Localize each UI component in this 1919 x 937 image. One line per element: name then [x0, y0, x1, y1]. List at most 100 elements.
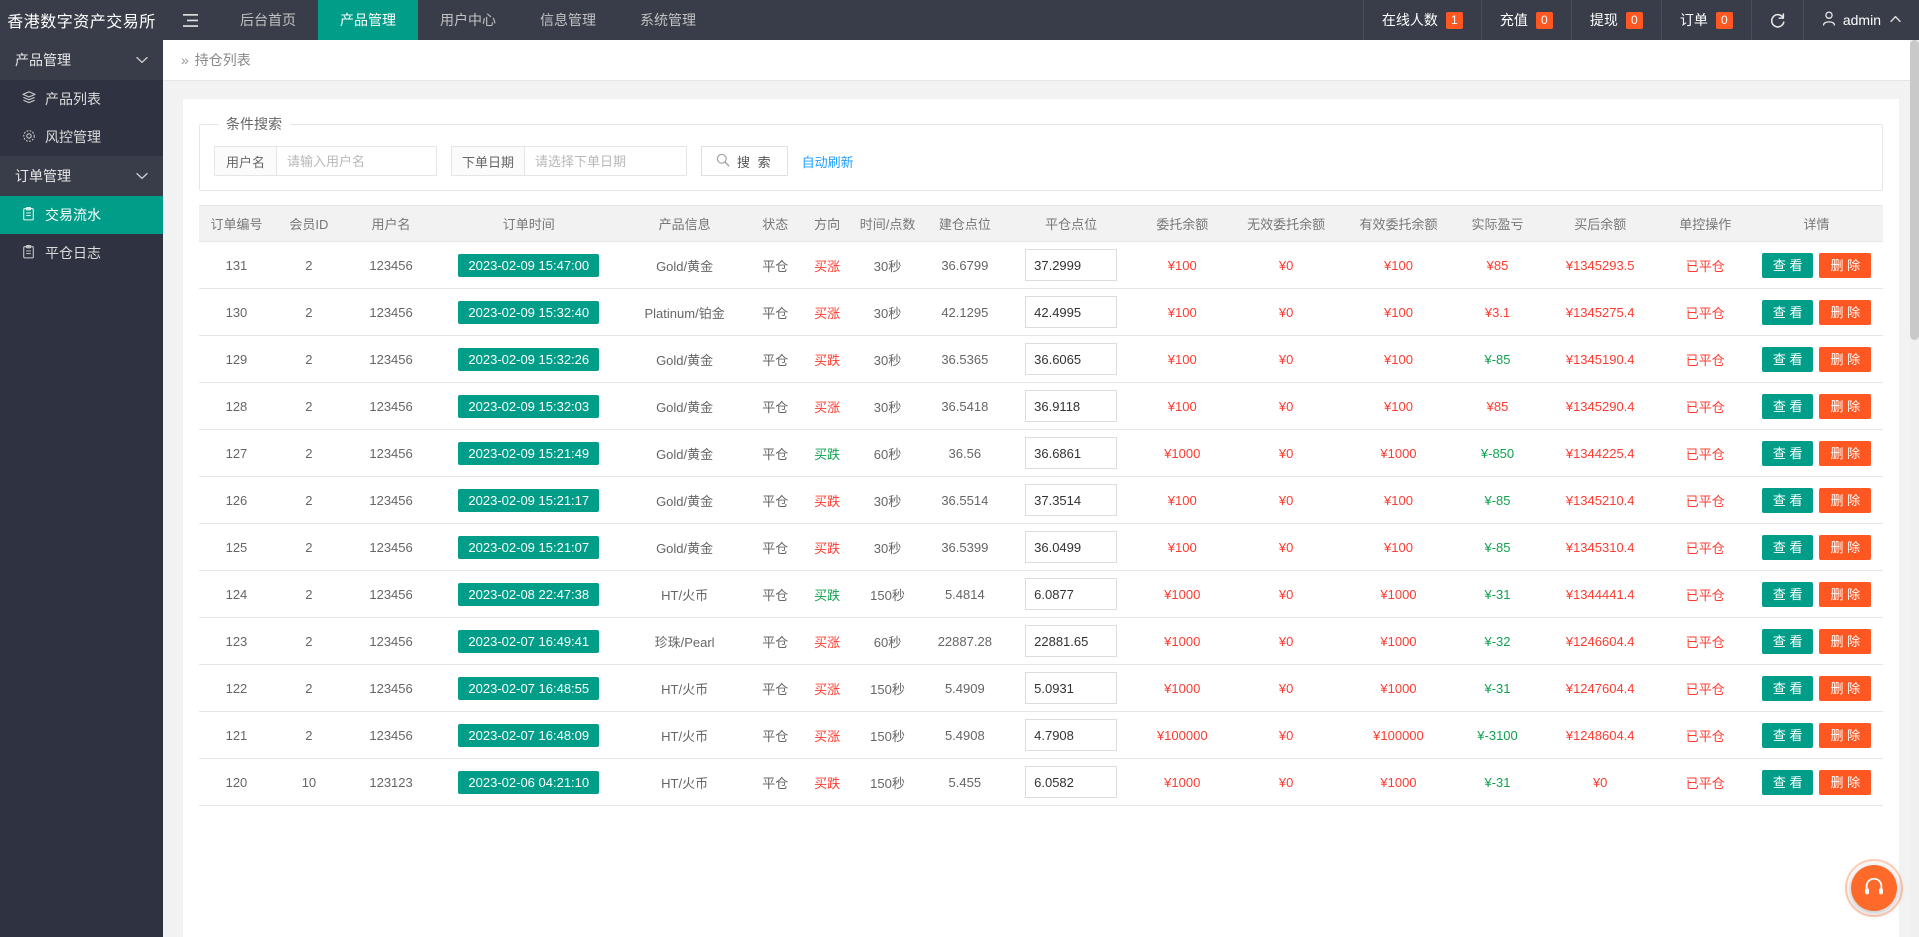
- cell-close-price[interactable]: [1008, 335, 1134, 383]
- nav-item-home[interactable]: 后台首页: [218, 0, 318, 40]
- cell-invalid-entrust-balance: ¥0: [1230, 711, 1342, 759]
- sidebar-group-order-management[interactable]: 订单管理: [0, 156, 163, 196]
- close-price-input[interactable]: [1025, 672, 1118, 704]
- stat-online-users[interactable]: 在线人数 1: [1362, 0, 1481, 40]
- sidebar-item-transaction-flow[interactable]: 交易流水: [0, 196, 163, 234]
- delete-button[interactable]: 删 除: [1819, 769, 1872, 795]
- delete-button[interactable]: 删 除: [1819, 675, 1872, 701]
- delete-button[interactable]: 删 除: [1819, 722, 1872, 748]
- view-button[interactable]: 查 看: [1761, 299, 1814, 325]
- page-scrollbar-thumb[interactable]: [1910, 40, 1919, 340]
- sidebar-item-product-list[interactable]: 产品列表: [0, 80, 163, 118]
- search-panel-legend: 条件搜索: [226, 116, 282, 132]
- close-price-input[interactable]: [1025, 578, 1118, 610]
- cell-details[interactable]: 查 看删 除: [1749, 241, 1883, 289]
- valid-entrust-value: ¥1000: [1380, 680, 1417, 696]
- cell-details[interactable]: 查 看删 除: [1749, 288, 1883, 336]
- sidebar-item-close-position-log[interactable]: 平仓日志: [0, 234, 163, 272]
- close-price-input[interactable]: [1025, 437, 1118, 469]
- nav-item-system-management[interactable]: 系统管理: [618, 0, 718, 40]
- column-duration: 时间/点数: [853, 205, 922, 242]
- invalid-entrust-value: ¥0: [1278, 304, 1294, 320]
- cell-close-price[interactable]: [1008, 241, 1134, 289]
- delete-button[interactable]: 删 除: [1819, 393, 1872, 419]
- close-price-input[interactable]: [1025, 484, 1118, 516]
- cell-close-price[interactable]: [1008, 758, 1134, 806]
- cell-details[interactable]: 查 看删 除: [1749, 523, 1883, 571]
- cell-details[interactable]: 查 看删 除: [1749, 617, 1883, 665]
- nav-item-user-center[interactable]: 用户中心: [418, 0, 518, 40]
- stat-orders[interactable]: 订单 0: [1660, 0, 1751, 40]
- user-menu[interactable]: admin: [1802, 0, 1919, 40]
- menu-toggle-icon[interactable]: [163, 0, 218, 40]
- delete-button[interactable]: 删 除: [1819, 581, 1872, 607]
- page-scrollbar[interactable]: [1910, 40, 1919, 937]
- view-button[interactable]: 查 看: [1761, 675, 1814, 701]
- search-button[interactable]: 搜 索: [701, 146, 788, 176]
- delete-button[interactable]: 删 除: [1819, 440, 1872, 466]
- sidebar-item-risk-control[interactable]: 风控管理: [0, 118, 163, 156]
- view-button[interactable]: 查 看: [1761, 581, 1814, 607]
- cell-details[interactable]: 查 看删 除: [1749, 711, 1883, 759]
- search-input-username[interactable]: [276, 146, 437, 176]
- delete-button[interactable]: 删 除: [1819, 534, 1872, 560]
- view-button[interactable]: 查 看: [1761, 769, 1814, 795]
- cell-actual-pnl: ¥-32: [1455, 617, 1540, 665]
- cell-close-price[interactable]: [1008, 617, 1134, 665]
- view-button[interactable]: 查 看: [1761, 346, 1814, 372]
- view-button[interactable]: 查 看: [1761, 534, 1814, 560]
- close-price-input[interactable]: [1025, 766, 1118, 798]
- cell-close-price[interactable]: [1008, 711, 1134, 759]
- cell-details[interactable]: 查 看删 除: [1749, 335, 1883, 383]
- cell-details[interactable]: 查 看删 除: [1749, 476, 1883, 524]
- nav-item-product-management[interactable]: 产品管理: [318, 0, 418, 40]
- nav-item-info-management[interactable]: 信息管理: [518, 0, 618, 40]
- cell-close-price[interactable]: [1008, 523, 1134, 571]
- view-button[interactable]: 查 看: [1761, 628, 1814, 654]
- close-price-input[interactable]: [1025, 343, 1118, 375]
- sidebar-group-product-management[interactable]: 产品管理: [0, 40, 163, 80]
- close-price-input[interactable]: [1025, 249, 1118, 281]
- view-button[interactable]: 查 看: [1761, 440, 1814, 466]
- cell-close-price[interactable]: [1008, 288, 1134, 336]
- view-button[interactable]: 查 看: [1761, 393, 1814, 419]
- auto-refresh-link[interactable]: 自动刷新: [802, 152, 854, 171]
- sidebar-submenu-product: 产品列表 风控管理: [0, 80, 163, 156]
- cell-details[interactable]: 查 看删 除: [1749, 664, 1883, 712]
- search-icon: [716, 153, 730, 170]
- stat-deposits[interactable]: 充值 0: [1480, 0, 1571, 40]
- delete-button[interactable]: 删 除: [1819, 299, 1872, 325]
- cell-order-time: 2023-02-09 15:21:49: [438, 429, 620, 477]
- cell-duration: 60秒: [853, 617, 922, 665]
- search-input-orderdate[interactable]: [524, 146, 688, 176]
- delete-button[interactable]: 删 除: [1819, 487, 1872, 513]
- view-button[interactable]: 查 看: [1761, 252, 1814, 278]
- stat-withdrawals[interactable]: 提现 0: [1570, 0, 1661, 40]
- cell-details[interactable]: 查 看删 除: [1749, 570, 1883, 618]
- cell-close-price[interactable]: [1008, 664, 1134, 712]
- cell-details[interactable]: 查 看删 除: [1749, 758, 1883, 806]
- cell-close-price[interactable]: [1008, 476, 1134, 524]
- cell-close-price[interactable]: [1008, 429, 1134, 477]
- customer-service-button[interactable]: [1845, 859, 1903, 917]
- view-button[interactable]: 查 看: [1761, 487, 1814, 513]
- cell-order-time: 2023-02-07 16:48:55: [438, 664, 620, 712]
- valid-entrust-value: ¥100: [1384, 398, 1413, 414]
- cell-close-price[interactable]: [1008, 570, 1134, 618]
- delete-button[interactable]: 删 除: [1819, 252, 1872, 278]
- close-price-input[interactable]: [1025, 296, 1118, 328]
- cell-close-price[interactable]: [1008, 382, 1134, 430]
- close-price-input[interactable]: [1025, 625, 1118, 657]
- refresh-icon[interactable]: [1750, 0, 1803, 40]
- delete-button[interactable]: 删 除: [1819, 346, 1872, 372]
- close-price-input[interactable]: [1025, 531, 1118, 563]
- delete-button[interactable]: 删 除: [1819, 628, 1872, 654]
- close-price-input[interactable]: [1025, 719, 1118, 751]
- invalid-entrust-value: ¥0: [1278, 727, 1294, 743]
- cell-details[interactable]: 查 看删 除: [1749, 382, 1883, 430]
- close-price-input[interactable]: [1025, 390, 1118, 422]
- view-button[interactable]: 查 看: [1761, 722, 1814, 748]
- cell-member-id: 2: [273, 241, 344, 289]
- cell-status: 平仓: [749, 335, 801, 383]
- cell-details[interactable]: 查 看删 除: [1749, 429, 1883, 477]
